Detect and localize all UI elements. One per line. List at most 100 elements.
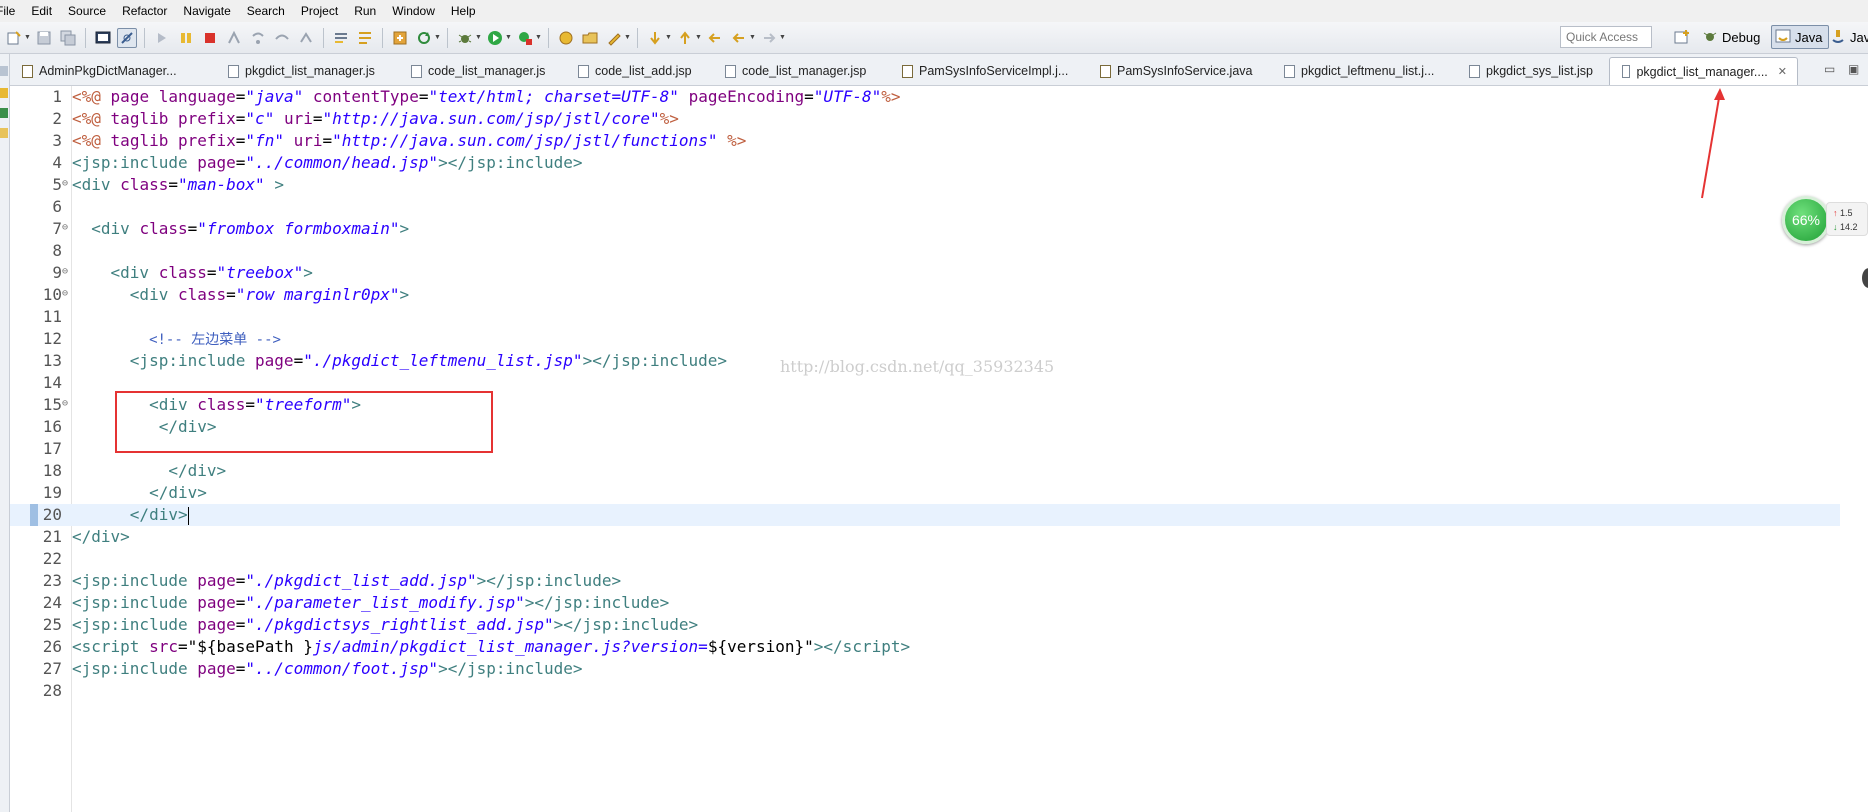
- menu-refactor[interactable]: Refactor: [114, 0, 175, 22]
- previous-annotation-icon[interactable]: [675, 28, 695, 48]
- resume-icon[interactable]: [152, 28, 172, 48]
- open-task-icon[interactable]: [331, 28, 351, 48]
- tab-pkgdict-list-manager-jsp[interactable]: pkgdict_list_manager.... ✕: [1609, 57, 1798, 85]
- fold-icon[interactable]: ⊖: [62, 173, 68, 195]
- close-icon[interactable]: ✕: [1778, 65, 1787, 78]
- line-number: 18: [42, 461, 62, 480]
- tab-code-list-manager-jsp[interactable]: code_list_manager.jsp: [713, 57, 890, 85]
- refresh-icon[interactable]: [414, 28, 434, 48]
- menu-source[interactable]: Source: [60, 0, 114, 22]
- tab-adminpkgdictmanager[interactable]: AdminPkgDictManager...: [10, 57, 216, 85]
- chevron-down-icon[interactable]: ▼: [749, 34, 757, 41]
- tab-code-list-manager-js[interactable]: code_list_manager.js: [399, 57, 566, 85]
- quick-access-input[interactable]: Quick Access: [1560, 26, 1652, 48]
- java-perspective-button[interactable]: Java: [1771, 25, 1830, 49]
- maximize-icon[interactable]: ▣: [1848, 62, 1859, 76]
- code-line: 4 <jsp:include page="../common/head.jsp">…: [10, 152, 1840, 174]
- bug-icon: [1702, 28, 1718, 47]
- code-line: 24 <jsp:include page="./parameter_list_mo…: [10, 592, 1840, 614]
- last-edit-icon[interactable]: [705, 28, 725, 48]
- upload-arrow-icon: ↑: [1833, 208, 1838, 218]
- suspend-icon[interactable]: [176, 28, 196, 48]
- save-icon[interactable]: [34, 28, 54, 48]
- chevron-down-icon[interactable]: ▼: [535, 34, 543, 41]
- chevron-down-icon[interactable]: ▼: [505, 34, 513, 41]
- debug-perspective-button[interactable]: Debug: [1702, 25, 1760, 49]
- code-line: 1 <%@ page language="java" contentType="t…: [10, 86, 1840, 108]
- new-java-package-icon[interactable]: [556, 28, 576, 48]
- pencil-icon[interactable]: [604, 28, 624, 48]
- minimize-icon[interactable]: ▭: [1824, 62, 1835, 76]
- menu-edit[interactable]: Edit: [23, 0, 60, 22]
- toolbar-separator: [85, 27, 86, 48]
- outline-icon[interactable]: [0, 128, 8, 138]
- menu-help[interactable]: Help: [443, 0, 484, 22]
- main-toolbar: ▼ ▼ ▼ ▼ ▼ ▼ ▼ ▼ ▼ ▼ Quick Access Debug J…: [0, 22, 1868, 54]
- chevron-down-icon[interactable]: ▼: [24, 34, 32, 41]
- menu-window[interactable]: Window: [384, 0, 443, 22]
- tab-pkgdict-list-manager-js[interactable]: pkgdict_list_manager.js: [216, 57, 399, 85]
- network-speed-panel: ↑ 1.5 ↓ 14.2: [1826, 202, 1868, 236]
- tab-pkgdict-leftmenu-list[interactable]: pkgdict_leftmenu_list.j...: [1272, 57, 1457, 85]
- terminate-icon[interactable]: [200, 28, 220, 48]
- line-number: 1: [52, 87, 62, 106]
- text-cursor: [187, 506, 189, 525]
- chevron-down-icon[interactable]: ▼: [695, 34, 703, 41]
- console-icon[interactable]: [93, 28, 113, 48]
- forward-icon[interactable]: [759, 28, 779, 48]
- chevron-down-icon[interactable]: ▼: [434, 34, 442, 41]
- skip-breakpoints-icon[interactable]: [117, 27, 137, 48]
- open-folder-icon[interactable]: [580, 28, 600, 48]
- menu-search[interactable]: Search: [239, 0, 293, 22]
- run-external-icon[interactable]: [515, 28, 535, 48]
- watermark: http://blog.csdn.net/qq_35932345: [780, 357, 1055, 376]
- chevron-down-icon[interactable]: ▼: [665, 34, 673, 41]
- new-icon[interactable]: [4, 28, 24, 48]
- tab-pamsysinfoserviceimpl[interactable]: PamSysInfoServiceImpl.j...: [890, 57, 1088, 85]
- menu-project[interactable]: Project: [293, 0, 346, 22]
- tab-pamsysinfoservice[interactable]: PamSysInfoService.java: [1088, 57, 1272, 85]
- line-number: 27: [42, 659, 62, 678]
- open-type-icon[interactable]: [390, 28, 410, 48]
- save-all-icon[interactable]: [58, 28, 78, 48]
- toolbar-separator: [447, 27, 448, 48]
- navigator-icon[interactable]: [0, 108, 8, 118]
- tab-label: code_list_manager.jsp: [742, 64, 867, 78]
- step-return-icon[interactable]: [296, 28, 316, 48]
- chevron-down-icon[interactable]: ▼: [475, 34, 483, 41]
- disconnect-icon[interactable]: [224, 28, 244, 48]
- hierarchy-icon[interactable]: [0, 88, 8, 98]
- tab-pkgdict-sys-list[interactable]: pkgdict_sys_list.jsp: [1457, 57, 1609, 85]
- code-editor[interactable]: 1 <%@ page language="java" contentType="t…: [10, 86, 1840, 812]
- step-into-icon[interactable]: [248, 28, 268, 48]
- open-perspective-icon[interactable]: [1672, 27, 1692, 47]
- java-ee-perspective-button[interactable]: Jav: [1830, 25, 1868, 49]
- fold-icon[interactable]: ⊖: [62, 283, 68, 305]
- code-line: 26 <script src="${basePath }js/admin/pkgd…: [10, 636, 1840, 658]
- fold-icon[interactable]: ⊖: [62, 261, 68, 283]
- run-icon[interactable]: [485, 28, 505, 48]
- menu-navigate[interactable]: Navigate: [175, 0, 238, 22]
- menu-run[interactable]: Run: [346, 0, 384, 22]
- tab-code-list-add-jsp[interactable]: code_list_add.jsp: [566, 57, 713, 85]
- step-over-icon[interactable]: [272, 28, 292, 48]
- next-annotation-icon[interactable]: [645, 28, 665, 48]
- package-explorer-icon[interactable]: [0, 66, 8, 76]
- debug-icon[interactable]: [455, 28, 475, 48]
- code-line: 28: [10, 680, 1840, 702]
- editor-tab-bar: AdminPkgDictManager... pkgdict_list_mana…: [10, 54, 1868, 86]
- fold-icon[interactable]: ⊖: [62, 217, 68, 239]
- java-file-icon: [902, 64, 913, 78]
- network-speed-widget[interactable]: 66%: [1782, 196, 1830, 244]
- fold-icon[interactable]: ⊖: [62, 393, 68, 415]
- back-icon[interactable]: [729, 28, 749, 48]
- menu-file[interactable]: File: [0, 0, 23, 22]
- annotation-arrow: [1701, 88, 1725, 199]
- chevron-down-icon[interactable]: ▼: [624, 34, 632, 41]
- line-number: 26: [42, 637, 62, 656]
- search-tasks-icon[interactable]: [355, 28, 375, 48]
- chevron-down-icon[interactable]: ▼: [779, 34, 787, 41]
- tab-label: AdminPkgDictManager...: [39, 64, 177, 78]
- line-number: 5: [52, 175, 62, 194]
- line-number: 25: [42, 615, 62, 634]
